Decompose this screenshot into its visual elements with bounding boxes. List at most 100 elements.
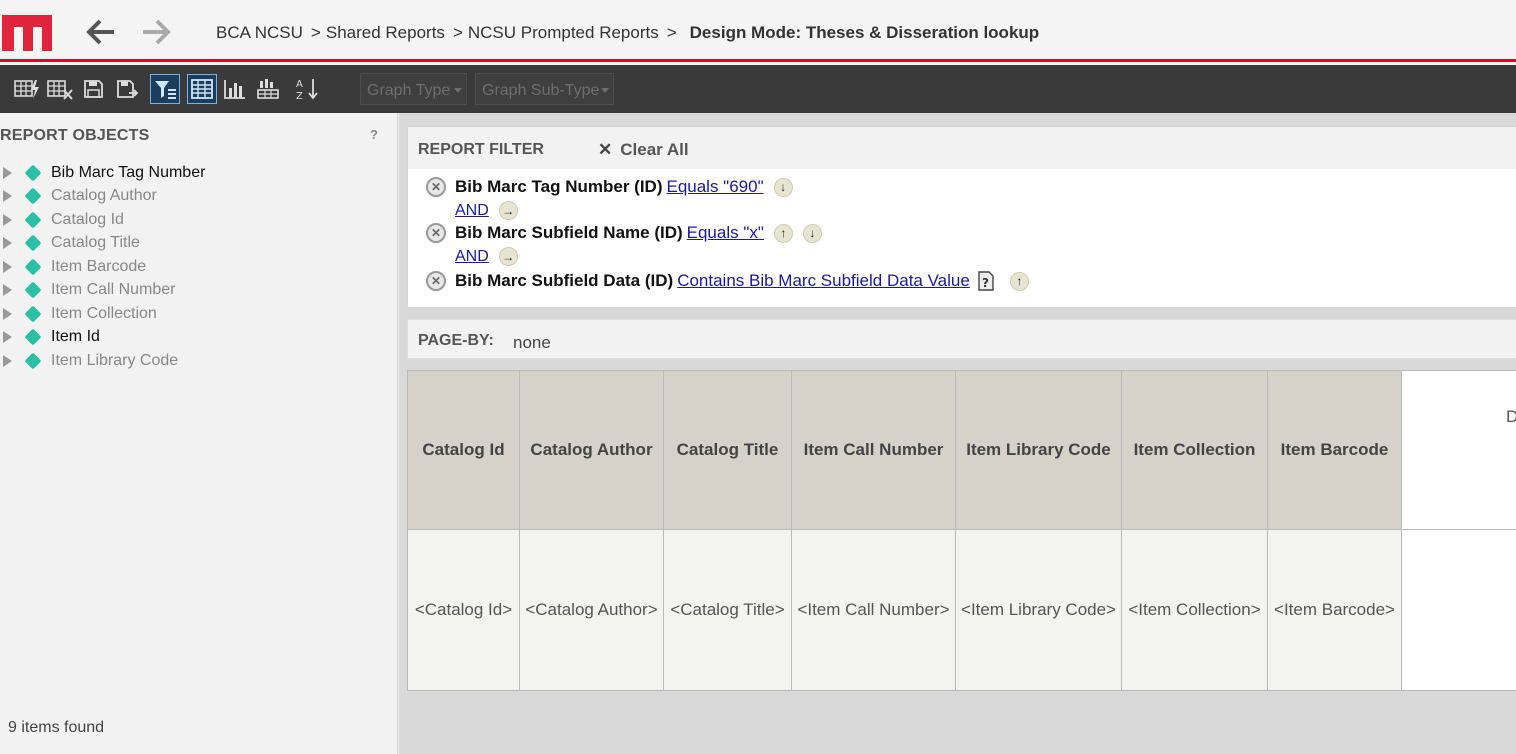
clear-all-button[interactable]: ✕ Clear All (598, 140, 689, 160)
filter-condition: ✕ Bib Marc Tag Number (ID) Equals "690" … (426, 177, 793, 197)
filter-icon[interactable] (150, 74, 180, 104)
grid-column: Item Call Number <Item Call Number> (792, 371, 956, 691)
report-objects-panel: REPORT OBJECTS ? Bib Marc Tag Number Cat… (0, 113, 398, 754)
remove-icon[interactable]: ✕ (426, 271, 446, 291)
arrow-up-icon[interactable]: ↑ (1009, 271, 1029, 291)
arrow-right-icon[interactable]: → (498, 201, 518, 220)
filter-field: Bib Marc Subfield Name (ID) (455, 223, 683, 242)
attribute-icon (24, 352, 42, 370)
breadcrumb-item[interactable]: NCSU Prompted Reports (468, 23, 659, 42)
filter-operator-link[interactable]: Equals "690" (666, 177, 763, 197)
expand-icon[interactable] (3, 331, 12, 344)
tree-item-label: Item Barcode (51, 257, 147, 275)
column-header[interactable]: Item Library Code (956, 371, 1121, 530)
graph-type-select[interactable]: Graph Type (360, 73, 467, 105)
column-header[interactable]: Item Barcode (1268, 371, 1401, 530)
object-tree: Bib Marc Tag Number Catalog Author Catal… (0, 161, 390, 373)
expand-icon[interactable] (3, 307, 12, 320)
grid-cell[interactable]: <Item Library Code> (956, 530, 1121, 691)
and-operator-link[interactable]: AND (455, 248, 489, 266)
filter-title: REPORT FILTER (418, 141, 544, 158)
tree-item[interactable]: Item Barcode (0, 255, 390, 279)
grid-column: Catalog Author <Catalog Author> (520, 371, 664, 691)
attribute-icon (24, 211, 42, 229)
filter-operator-link[interactable]: Contains Bib Marc Subfield Data Value (677, 271, 970, 291)
column-header[interactable]: Catalog Id (408, 371, 519, 530)
arrow-down-icon[interactable]: ↓ (773, 177, 793, 197)
graph-sub-type-select[interactable]: Graph Sub-Type (475, 73, 614, 105)
tree-item[interactable]: Item Collection (0, 302, 390, 326)
chevron-down-icon (601, 88, 609, 93)
panel-title: REPORT OBJECTS (0, 127, 150, 144)
prompt-icon[interactable]: ? (976, 270, 996, 292)
breadcrumb-item[interactable]: BCA NCSU (216, 23, 303, 42)
report-editor: REPORT FILTER ✕ Clear All ✕ Bib Marc Tag … (399, 113, 1516, 754)
column-header-partial[interactable]: D (1402, 371, 1516, 530)
grid-graph-icon[interactable] (253, 74, 283, 104)
save-as-icon[interactable] (112, 74, 142, 104)
grid-cell[interactable]: <Catalog Id> (408, 530, 519, 691)
graph-view-icon[interactable] (220, 74, 250, 104)
attribute-icon (24, 281, 42, 299)
tree-item[interactable]: Catalog Author (0, 185, 390, 209)
and-operator-link[interactable]: AND (455, 202, 489, 220)
microstrategy-logo[interactable] (2, 15, 52, 51)
page-title: Design Mode: Theses & Disseration lookup (689, 23, 1040, 42)
grid-cell[interactable]: <Catalog Title> (664, 530, 791, 691)
toolbar: AZ Graph Type Graph Sub-Type (0, 65, 1516, 113)
items-found-count: 9 items found (8, 719, 105, 736)
column-header[interactable]: Catalog Author (520, 371, 663, 530)
remove-icon[interactable]: ✕ (426, 177, 446, 197)
report-grid: Catalog Id <Catalog Id> Catalog Author <… (407, 370, 1516, 691)
grid-cell[interactable]: <Catalog Author> (520, 530, 663, 691)
report-run-icon[interactable] (12, 74, 42, 104)
tree-item[interactable]: Item Call Number (0, 279, 390, 303)
grid-cell[interactable]: <Item Collection> (1122, 530, 1267, 691)
tree-item[interactable]: Item Library Code (0, 349, 390, 373)
grid-cell[interactable]: <Item Call Number> (792, 530, 955, 691)
tree-item[interactable]: Catalog Title (0, 232, 390, 256)
tree-item-label: Catalog Id (51, 210, 124, 228)
expand-icon[interactable] (3, 284, 12, 297)
expand-icon[interactable] (3, 190, 12, 203)
expand-icon[interactable] (3, 237, 12, 250)
svg-text:A: A (296, 79, 303, 90)
filter-condition: ✕ Bib Marc Subfield Name (ID) Equals "x"… (426, 223, 822, 243)
grid-column: Catalog Id <Catalog Id> (408, 371, 520, 691)
svg-text:?: ? (982, 276, 989, 290)
report-close-icon[interactable] (45, 74, 75, 104)
grid-cell-partial[interactable] (1402, 530, 1516, 691)
filter-and-row: AND → (455, 201, 518, 220)
report-filter-panel: REPORT FILTER ✕ Clear All ✕ Bib Marc Tag … (407, 126, 1516, 308)
sort-icon[interactable]: AZ (293, 74, 323, 104)
tree-item[interactable]: Bib Marc Tag Number (0, 161, 390, 185)
column-header[interactable]: Catalog Title (664, 371, 791, 530)
tree-item[interactable]: Item Id (0, 326, 390, 350)
forward-arrow-icon[interactable] (141, 18, 171, 46)
attribute-icon (24, 258, 42, 276)
tree-item[interactable]: Catalog Id (0, 208, 390, 232)
tree-item-label: Catalog Author (51, 187, 157, 205)
column-header[interactable]: Item Call Number (792, 371, 955, 530)
arrow-right-icon[interactable]: → (498, 247, 518, 266)
back-arrow-icon[interactable] (86, 18, 116, 46)
expand-icon[interactable] (3, 166, 12, 179)
grid-column: Item Collection <Item Collection> (1122, 371, 1268, 691)
grid-cell[interactable]: <Item Barcode> (1268, 530, 1401, 691)
arrow-down-icon[interactable]: ↓ (802, 223, 822, 243)
chevron-down-icon (454, 88, 462, 93)
column-header[interactable]: Item Collection (1122, 371, 1267, 530)
save-icon[interactable] (78, 74, 108, 104)
grid-view-icon[interactable] (187, 74, 217, 104)
filter-operator-link[interactable]: Equals "x" (687, 223, 764, 243)
help-icon[interactable]: ? (370, 127, 378, 142)
arrow-up-icon[interactable]: ↑ (773, 223, 793, 243)
close-icon: ✕ (598, 140, 613, 159)
expand-icon[interactable] (3, 213, 12, 226)
expand-icon[interactable] (3, 260, 12, 273)
remove-icon[interactable]: ✕ (426, 223, 446, 243)
breadcrumb-item[interactable]: Shared Reports (326, 23, 445, 42)
page-by-value[interactable]: none (513, 333, 551, 353)
expand-icon[interactable] (3, 354, 12, 367)
breadcrumb-separator: > (310, 23, 321, 42)
